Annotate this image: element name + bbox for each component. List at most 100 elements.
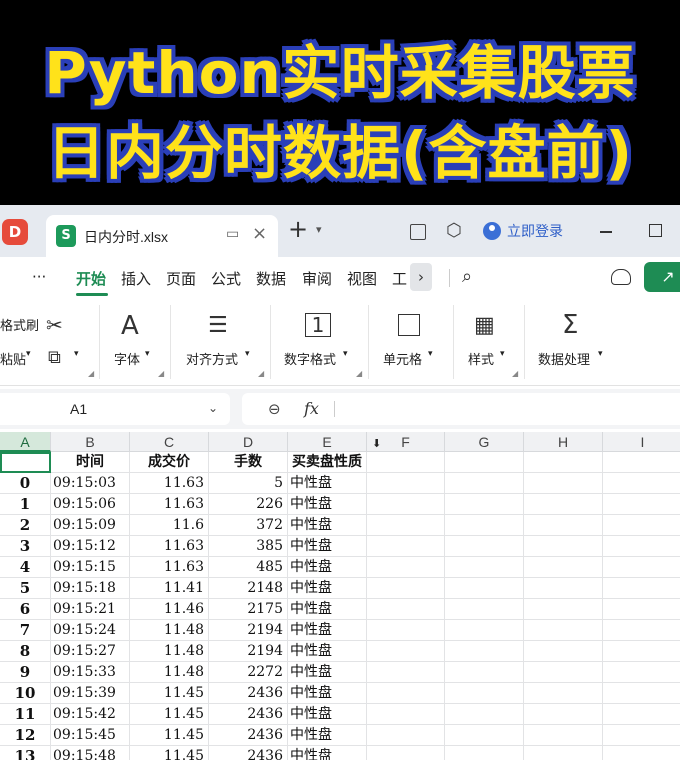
minimize-icon[interactable] [600, 231, 612, 233]
chevron-down-icon[interactable]: ▾ [500, 349, 505, 359]
cell-d[interactable]: 2194 [209, 620, 288, 641]
dialog-launcher-icon[interactable]: ◢ [512, 369, 518, 378]
font-icon[interactable]: A [121, 313, 139, 339]
cell-h[interactable] [524, 725, 603, 746]
column-header-g[interactable]: G [445, 432, 524, 452]
cell-e[interactable]: 中性盘 [288, 515, 367, 536]
cell-g[interactable] [445, 662, 524, 683]
cell-e[interactable]: 中性盘 [288, 473, 367, 494]
cell-h[interactable] [524, 473, 603, 494]
cell-f[interactable] [367, 599, 445, 620]
app-logo-icon[interactable]: D [2, 219, 28, 245]
user-avatar-icon[interactable] [483, 222, 501, 240]
cell-b[interactable]: 09:15:48 [51, 746, 130, 760]
cell-h[interactable] [524, 578, 603, 599]
cell-b[interactable]: 09:15:39 [51, 683, 130, 704]
cell-d[interactable]: 485 [209, 557, 288, 578]
cell-g[interactable] [445, 620, 524, 641]
cell-g[interactable] [445, 704, 524, 725]
cell-e[interactable]: 中性盘 [288, 557, 367, 578]
document-tab[interactable]: S 日内分时.xlsx ▭ × [46, 215, 278, 257]
cell-a[interactable]: 7 [0, 620, 51, 641]
cell-d[interactable]: 2194 [209, 641, 288, 662]
paste-button[interactable]: 粘贴 [0, 349, 26, 368]
cell-g[interactable] [445, 599, 524, 620]
cell-f[interactable] [367, 452, 445, 473]
cell-group-button[interactable]: 单元格 [383, 349, 422, 368]
cube-icon[interactable]: ⬡ [446, 220, 462, 241]
cell-e[interactable]: 中性盘 [288, 536, 367, 557]
cell-d[interactable]: 2436 [209, 746, 288, 760]
cell-h[interactable] [524, 620, 603, 641]
cell-i[interactable] [603, 578, 680, 599]
dialog-launcher-icon[interactable]: ◢ [158, 369, 164, 378]
alignment-group-button[interactable]: 对齐方式 [186, 349, 238, 368]
font-group-button[interactable]: 字体 [114, 349, 140, 368]
cell-a[interactable]: 0 [0, 473, 51, 494]
cell-c[interactable]: 11.48 [130, 641, 209, 662]
cell-b[interactable]: 09:15:21 [51, 599, 130, 620]
column-header-c[interactable]: C [130, 432, 209, 452]
cell-c[interactable]: 11.48 [130, 662, 209, 683]
cell-e[interactable]: 中性盘 [288, 641, 367, 662]
cell-g[interactable] [445, 725, 524, 746]
cell-c[interactable]: 11.45 [130, 725, 209, 746]
cell-i[interactable] [603, 746, 680, 760]
cut-icon[interactable]: ✂ [46, 312, 63, 338]
cell-e[interactable]: 中性盘 [288, 578, 367, 599]
cell-h[interactable] [524, 746, 603, 760]
cell-b[interactable]: 09:15:15 [51, 557, 130, 578]
column-header-h[interactable]: H [524, 432, 603, 452]
cell-h[interactable] [524, 557, 603, 578]
column-header-e[interactable]: E [288, 432, 367, 452]
cell-b[interactable]: 09:15:18 [51, 578, 130, 599]
number-format-group-button[interactable]: 数字格式 [284, 349, 336, 368]
cell-i[interactable] [603, 452, 680, 473]
chevron-down-icon[interactable]: ▾ [343, 349, 348, 359]
cell-d[interactable]: 226 [209, 494, 288, 515]
fx-icon[interactable]: fx [304, 399, 319, 418]
close-icon[interactable]: × [252, 223, 267, 244]
cell-g[interactable] [445, 452, 524, 473]
cell-e[interactable]: 中性盘 [288, 746, 367, 760]
data-processing-group-button[interactable]: 数据处理 [538, 349, 590, 368]
cell-a[interactable]: 6 [0, 599, 51, 620]
cell-f[interactable] [367, 515, 445, 536]
chevron-down-icon[interactable]: ▾ [245, 349, 250, 359]
cell-f[interactable] [367, 536, 445, 557]
cell-e[interactable]: 中性盘 [288, 599, 367, 620]
cell-g[interactable] [445, 473, 524, 494]
cell-c[interactable]: 成交价 [130, 452, 209, 473]
tab-tools[interactable]: 工 [392, 268, 407, 289]
cell-c[interactable]: 11.63 [130, 494, 209, 515]
cell-i[interactable] [603, 473, 680, 494]
align-icon[interactable]: ☰ [208, 313, 228, 339]
cell-i[interactable] [603, 704, 680, 725]
zoom-icon[interactable]: ⊖ [268, 400, 281, 418]
cell-c[interactable]: 11.63 [130, 473, 209, 494]
cell-d[interactable]: 372 [209, 515, 288, 536]
cell-d[interactable]: 手数 [209, 452, 288, 473]
cell-d[interactable]: 2175 [209, 599, 288, 620]
cell-d[interactable]: 2436 [209, 704, 288, 725]
cell-a[interactable]: 9 [0, 662, 51, 683]
style-group-button[interactable]: 样式 [468, 349, 494, 368]
chevron-down-icon[interactable]: ▾ [316, 223, 322, 236]
cell-d[interactable]: 2436 [209, 683, 288, 704]
column-header-b[interactable]: B [51, 432, 130, 452]
cell-c[interactable]: 11.46 [130, 599, 209, 620]
cell-e[interactable]: 中性盘 [288, 494, 367, 515]
cell-d[interactable]: 5 [209, 473, 288, 494]
cell-icon[interactable] [398, 314, 420, 336]
cell-a[interactable]: 11 [0, 704, 51, 725]
cell-c[interactable]: 11.48 [130, 620, 209, 641]
cell-i[interactable] [603, 683, 680, 704]
maximize-icon[interactable] [649, 224, 662, 237]
cell-g[interactable] [445, 578, 524, 599]
cell-f[interactable] [367, 662, 445, 683]
menu-scroll-right-button[interactable]: › [410, 263, 432, 291]
cell-e[interactable]: 中性盘 [288, 620, 367, 641]
chevron-down-icon[interactable]: ⌄ [208, 401, 218, 415]
cell-i[interactable] [603, 494, 680, 515]
cell-e[interactable]: 中性盘 [288, 662, 367, 683]
